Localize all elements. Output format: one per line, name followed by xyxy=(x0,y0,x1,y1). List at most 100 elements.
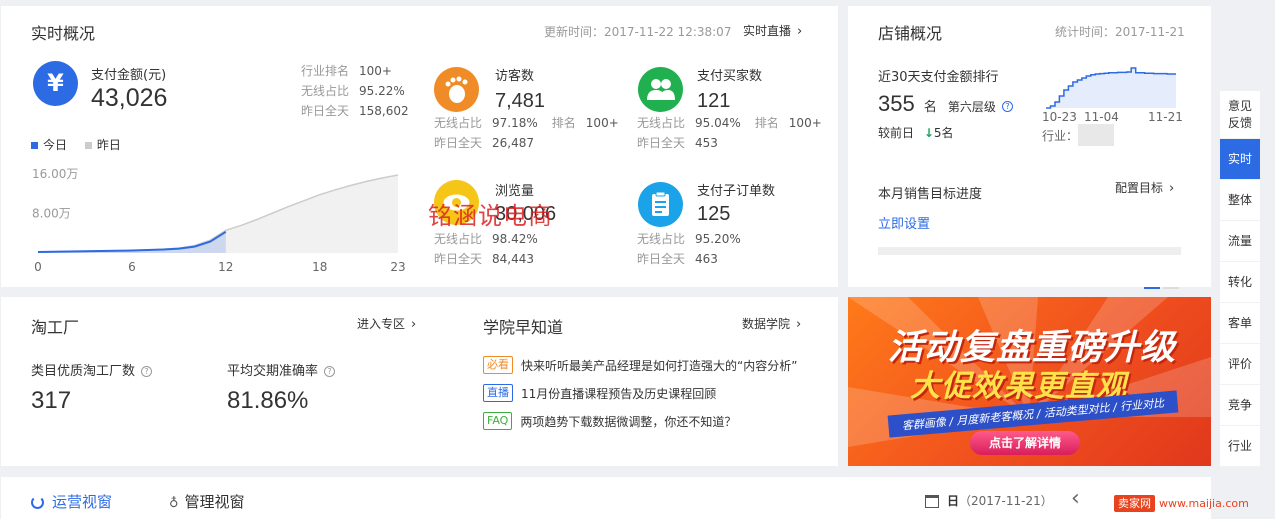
compare-row: 较前日 ↓5名 xyxy=(878,126,954,140)
payment-stat-row: 无线占比 95.22% xyxy=(301,84,405,98)
rank-value: 355 xyxy=(878,91,915,116)
metric-stats: 无线占比 97.18% 排名 100+ 昨日全天 26,487 xyxy=(434,116,619,150)
right-sidebar: 意见反馈 实时 整体 流量 转化 客单 评价 竞争 行业 xyxy=(1220,91,1260,467)
hourglass-icon: ♁ xyxy=(169,496,179,511)
clipboard-icon xyxy=(638,182,683,227)
live-link-label: 实时直播 xyxy=(743,24,792,38)
news-tag: 必看 xyxy=(483,356,513,374)
site-url: www.maijia.com xyxy=(1159,497,1249,510)
watermark-text: 铭涵说电商 xyxy=(428,202,553,230)
realtime-card: 实时概况 更新时间：2017-11-22 12:38:07 实时直播 › ¥ 支付… xyxy=(1,6,838,287)
mini-tick: 11-21 xyxy=(1148,110,1183,124)
chevron-right-icon: › xyxy=(411,317,417,332)
sidebar-item-conversion[interactable]: 转化 xyxy=(1220,262,1260,303)
metric-value: 121 xyxy=(697,90,731,112)
tab-operations[interactable]: 运营视窗 xyxy=(31,491,112,512)
metric-value: 125 xyxy=(697,203,731,225)
down-arrow-icon: ↓ xyxy=(923,126,934,140)
shop-card: 店铺概况 统计时间：2017-11-21 近30天支付金额排行 355 名 第六… xyxy=(848,6,1211,289)
sidebar-item-competition[interactable]: 竞争 xyxy=(1220,385,1260,426)
sidebar-item-reviews[interactable]: 评价 xyxy=(1220,344,1260,385)
payment-label: 支付金额(元) xyxy=(91,68,167,83)
banner-cta-button[interactable]: 点击了解详情 xyxy=(970,431,1080,455)
metric-label: 支付子订单数 xyxy=(697,184,776,199)
payment-stat-row: 昨日全天 158,602 xyxy=(301,104,409,118)
help-icon[interactable]: ? xyxy=(1001,101,1013,112)
news-tag: FAQ xyxy=(483,412,513,430)
configure-target-link[interactable]: 配置目标 › xyxy=(1115,179,1174,196)
sidebar-item-realtime[interactable]: 实时 xyxy=(1220,139,1260,180)
news-tag: 直播 xyxy=(483,384,513,402)
delivery-accuracy-value: 81.86% xyxy=(227,387,309,414)
yen-icon: ¥ xyxy=(33,61,78,106)
rank-title: 近30天支付金额排行 xyxy=(878,70,999,85)
payment-stat-row: 行业排名 100+ xyxy=(301,64,392,78)
live-link[interactable]: 实时直播 › xyxy=(743,22,802,39)
carousel-dots[interactable] xyxy=(1144,274,1179,293)
banner-carousel-dots[interactable] xyxy=(1144,454,1179,466)
mini-tick: 10-23 xyxy=(1042,110,1077,124)
set-now-link[interactable]: 立即设置 xyxy=(878,213,930,232)
factory-title: 淘工厂 xyxy=(31,318,80,337)
prev-date-button[interactable]: ‹ xyxy=(1071,486,1080,511)
delivery-accuracy-label: 平均交期准确率? xyxy=(227,360,336,379)
data-academy-link[interactable]: 数据学院 › xyxy=(742,315,801,332)
rank-unit: 名 xyxy=(923,100,937,115)
update-time: 更新时间：2017-11-22 12:38:07 xyxy=(544,25,732,39)
tier-label: 第六层级 xyxy=(947,100,996,114)
realtime-area-chart: 16.00万 8.00万 0 6 12 18 23 xyxy=(32,167,406,274)
metric-label: 支付买家数 xyxy=(697,69,763,84)
bottom-bar: 运营视窗 ♁ 管理视窗 日（2017-11-21） ‹ 卖家网 www.maijia… xyxy=(1,477,1249,519)
chevron-right-icon: › xyxy=(797,24,803,39)
academy-title: 学院早知道 xyxy=(483,318,564,337)
x-tick-label: 6 xyxy=(128,260,136,274)
metric-value: 7,481 xyxy=(495,90,546,112)
refresh-icon xyxy=(31,496,44,509)
factory-count-label: 类目优质淘工厂数? xyxy=(31,360,153,379)
legend-yesterday[interactable]: 昨日 xyxy=(84,138,121,152)
payment-value: 43,026 xyxy=(91,84,168,112)
metric-stats: 无线占比 95.04% 排名 100+ 昨日全天 453 xyxy=(637,116,822,150)
factory-count-value: 317 xyxy=(31,387,72,414)
chevron-right-icon: › xyxy=(796,317,802,332)
help-icon[interactable]: ? xyxy=(324,366,336,377)
rank-block: 355 名 第六层级? xyxy=(878,91,1013,117)
footprint-icon xyxy=(434,67,479,112)
news-item[interactable]: 必看 快来听听最美产品经理是如何打造强大的“内容分析” xyxy=(483,353,797,377)
calendar-icon xyxy=(925,495,939,508)
chart-legend: 今日 昨日 xyxy=(31,136,121,153)
metric-stats: 无线占比 95.20% 昨日全天 463 xyxy=(637,232,741,266)
metric-stats: 无线占比 98.42% 昨日全天 84,443 xyxy=(434,232,538,266)
payment-stats: 行业排名 100+ 无线占比 95.22% 昨日全天 158,602 xyxy=(301,61,409,121)
x-tick-label: 23 xyxy=(390,260,405,274)
shop-title: 店铺概况 xyxy=(878,24,943,43)
rank-trend-chart xyxy=(1046,67,1176,109)
site-mark: 卖家网 xyxy=(1114,495,1155,512)
x-tick-label: 18 xyxy=(312,260,327,274)
chevron-right-icon: › xyxy=(1169,181,1175,196)
news-item[interactable]: FAQ 两项趋势下载数据微调整，你还不知道？ xyxy=(483,409,797,433)
blurred-industry xyxy=(1078,123,1115,146)
news-item[interactable]: 直播 11月份直播课程预告及历史课程回顾 xyxy=(483,381,797,405)
realtime-title: 实时概况 xyxy=(31,24,96,43)
sidebar-item-traffic[interactable]: 流量 xyxy=(1220,221,1260,262)
news-list: 必看 快来听听最美产品经理是如何打造强大的“内容分析” 直播 11月份直播课程预告及… xyxy=(483,353,797,433)
promo-banner[interactable]: 活动复盘重磅升级 大促效果更直观 客群画像 / 月度新老客概况 / 活动类型对比… xyxy=(848,297,1211,466)
y-tick-label: 16.00万 xyxy=(32,167,78,181)
metric-label: 访客数 xyxy=(495,69,535,84)
tab-management[interactable]: ♁ 管理视窗 xyxy=(169,491,245,512)
factory-academy-card: 淘工厂 进入专区 › 类目优质淘工厂数? 317 平均交期准确率? 81.86% … xyxy=(1,297,838,466)
buyers-icon xyxy=(638,67,683,112)
date-picker[interactable]: 日（2017-11-21） xyxy=(925,492,1053,509)
sidebar-item-feedback[interactable]: 意见反馈 xyxy=(1220,91,1260,139)
industry-row: 行业： xyxy=(1042,123,1115,146)
x-tick-label: 12 xyxy=(218,260,233,274)
sidebar-item-per-customer[interactable]: 客单 xyxy=(1220,303,1260,344)
legend-today[interactable]: 今日 xyxy=(31,138,67,152)
compare-value: 5名 xyxy=(933,126,954,140)
sidebar-item-industry[interactable]: 行业 xyxy=(1220,426,1260,467)
enter-zone-link[interactable]: 进入专区 › xyxy=(357,315,416,332)
y-tick-label: 8.00万 xyxy=(32,207,71,221)
help-icon[interactable]: ? xyxy=(141,366,153,377)
sidebar-item-overall[interactable]: 整体 xyxy=(1220,180,1260,221)
